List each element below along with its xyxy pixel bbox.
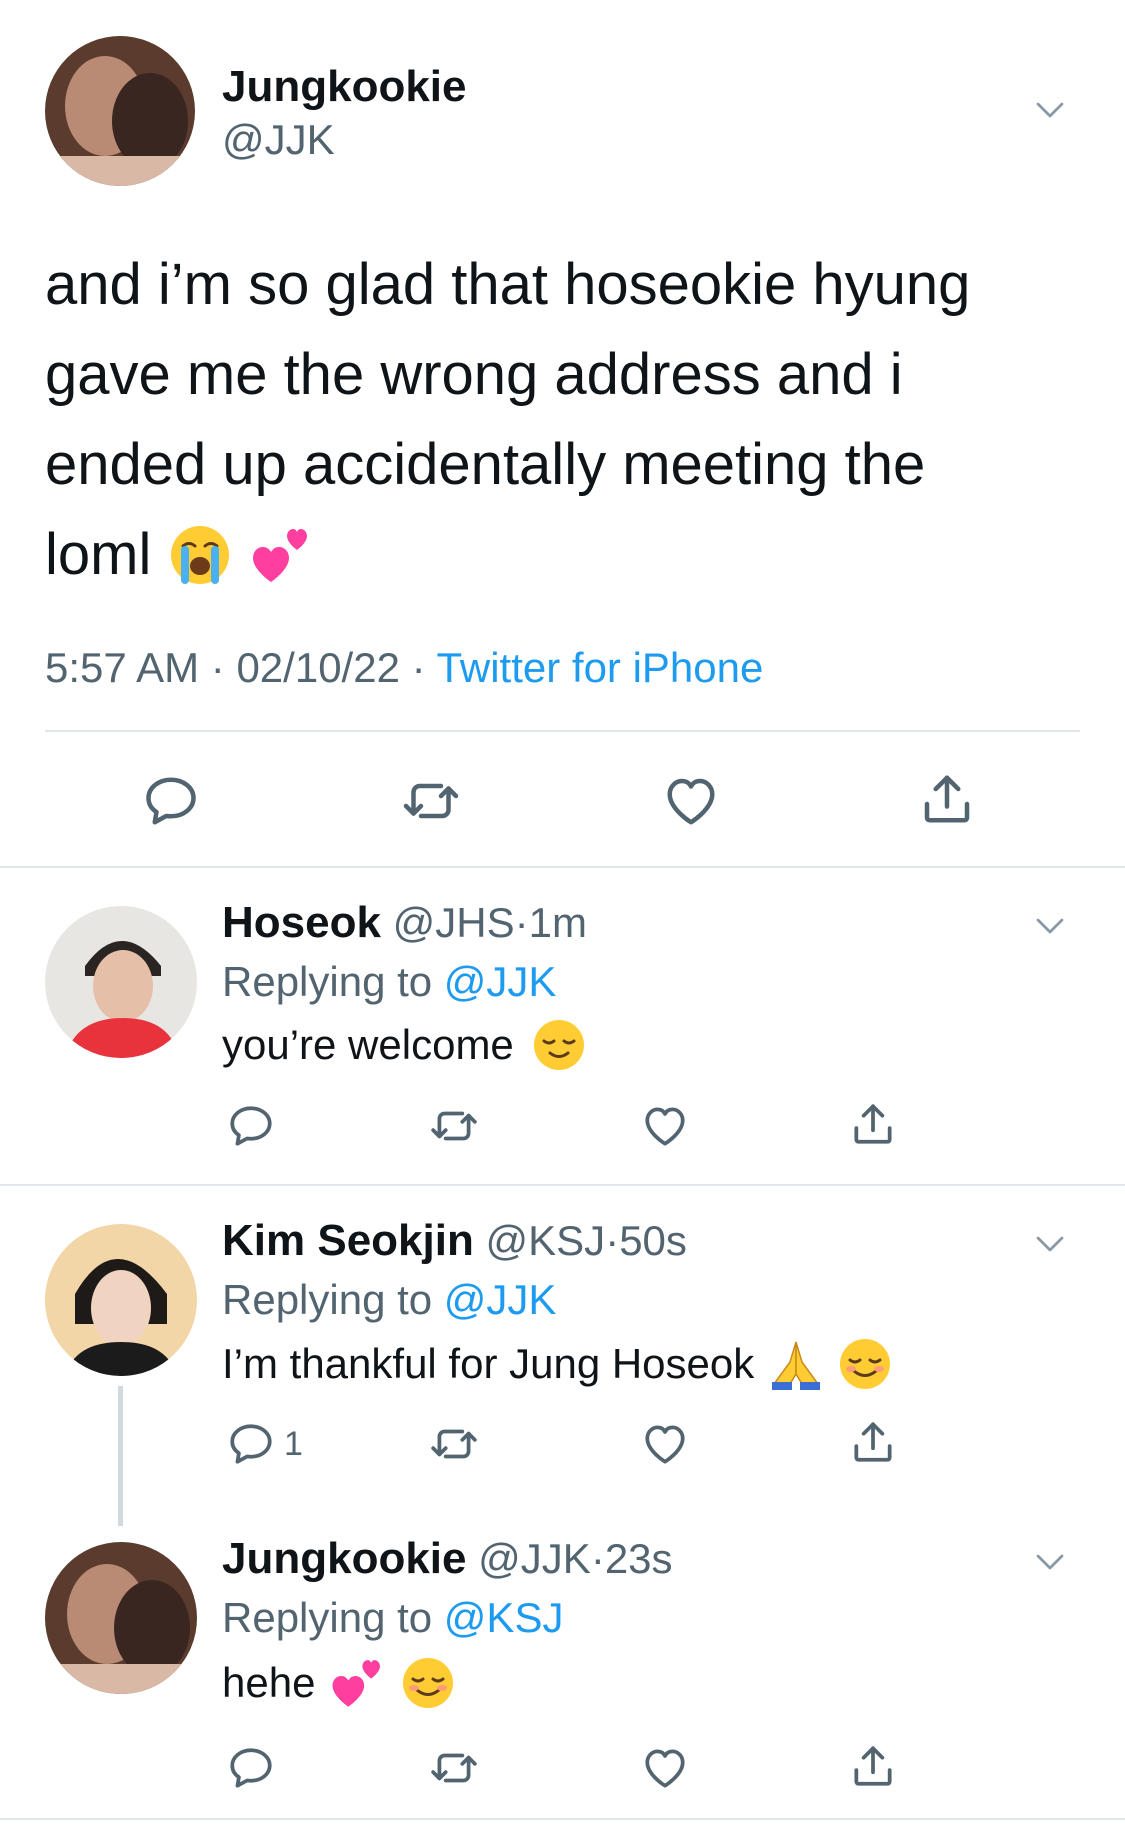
- retweet-icon: [426, 1743, 482, 1793]
- like-icon: [640, 1101, 690, 1151]
- reply-text-content: I’m thankful for Jung Hoseok: [222, 1340, 755, 1387]
- retweet-button[interactable]: [426, 1742, 482, 1794]
- like-icon: [661, 771, 721, 831]
- replying-to-link[interactable]: @KSJ: [444, 1594, 564, 1641]
- reply-icon: [226, 1101, 276, 1151]
- author-name[interactable]: Kim Seokjin: [222, 1216, 474, 1265]
- share-button[interactable]: [848, 1414, 898, 1470]
- tweet-text-line: ended up accidentally meeting the: [45, 432, 926, 497]
- reply-button[interactable]: 1: [226, 1418, 316, 1470]
- two-hearts-icon: [253, 529, 308, 582]
- like-icon: [640, 1743, 690, 1793]
- replying-label: Replying to: [222, 1276, 433, 1323]
- like-button[interactable]: [640, 1100, 690, 1152]
- retweet-icon: [398, 771, 464, 831]
- avatar[interactable]: [45, 906, 197, 1058]
- meta-separator: ·: [605, 1217, 620, 1264]
- tweet-source-link[interactable]: Twitter for iPhone: [437, 644, 764, 691]
- retweet-icon: [426, 1419, 482, 1469]
- two-hearts-icon: [332, 1660, 381, 1707]
- author-handle[interactable]: @JHS: [393, 899, 515, 946]
- author-handle[interactable]: @JJK: [222, 116, 335, 164]
- reply-count: 1: [284, 1424, 303, 1463]
- meta-separator: ·: [210, 644, 225, 691]
- replying-to-link[interactable]: @JJK: [444, 958, 557, 1005]
- reply-icon: [226, 1419, 276, 1469]
- reply-text-content: hehe: [222, 1659, 316, 1706]
- tweet-text-line: loml: [45, 522, 152, 587]
- reply-button[interactable]: [140, 770, 202, 832]
- tweet-time: 5:57 AM: [45, 644, 200, 691]
- meta-separator: ·: [514, 899, 529, 946]
- folded-hands-icon: [772, 1341, 821, 1390]
- reply-header: Hoseok @JHS·1m: [222, 898, 587, 948]
- tweet-meta: 5:57 AM · 02/10/22 · Twitter for iPhone: [45, 644, 763, 692]
- share-icon: [848, 1097, 898, 1151]
- author-handle[interactable]: @KSJ: [486, 1217, 606, 1264]
- like-button[interactable]: [640, 1742, 690, 1794]
- replying-to: Replying to @KSJ: [222, 1594, 563, 1642]
- retweet-button[interactable]: [396, 770, 466, 832]
- avatar[interactable]: [45, 36, 195, 186]
- author-handle[interactable]: @JJK: [478, 1535, 591, 1582]
- share-icon: [917, 768, 977, 830]
- share-icon: [848, 1415, 898, 1469]
- chevron-down-icon[interactable]: [1032, 908, 1068, 944]
- smiling-face-icon: [840, 1339, 891, 1389]
- tweet-text: and i’m so glad that hoseokie hyung gave…: [45, 240, 1085, 600]
- relieved-face-icon: [533, 1020, 584, 1070]
- chevron-down-icon[interactable]: [1032, 92, 1068, 128]
- reply-button[interactable]: [226, 1100, 276, 1152]
- reply-icon: [226, 1743, 276, 1793]
- reply-age: 1m: [528, 899, 587, 946]
- reply-header: Jungkookie @JJK·23s: [222, 1534, 673, 1584]
- crying-face-icon: [171, 526, 230, 584]
- share-icon: [848, 1739, 898, 1793]
- share-button[interactable]: [848, 1738, 898, 1794]
- replying-to: Replying to @JJK: [222, 958, 556, 1006]
- share-button[interactable]: [916, 766, 978, 832]
- author-name[interactable]: Jungkookie: [222, 62, 467, 112]
- like-icon: [640, 1419, 690, 1469]
- chevron-down-icon[interactable]: [1032, 1544, 1068, 1580]
- avatar[interactable]: [45, 1224, 197, 1376]
- divider: [0, 1818, 1125, 1820]
- replying-to-link[interactable]: @JJK: [444, 1276, 557, 1323]
- share-button[interactable]: [848, 1096, 898, 1152]
- divider: [0, 1184, 1125, 1186]
- reply-button[interactable]: [226, 1742, 276, 1794]
- avatar[interactable]: [45, 1542, 197, 1694]
- like-button[interactable]: [640, 1418, 690, 1470]
- tweet-text-line: gave me the wrong address and i: [45, 342, 903, 407]
- replying-label: Replying to: [222, 1594, 433, 1641]
- meta-separator: ·: [411, 644, 426, 691]
- chevron-down-icon[interactable]: [1032, 1226, 1068, 1262]
- reply-header: Kim Seokjin @KSJ·50s: [222, 1216, 687, 1266]
- like-button[interactable]: [660, 770, 722, 832]
- retweet-button[interactable]: [426, 1418, 482, 1470]
- replying-to: Replying to @JJK: [222, 1276, 556, 1324]
- divider: [45, 730, 1080, 732]
- tweet-text-last-line: loml: [45, 510, 1085, 600]
- reply-icon: [141, 771, 201, 831]
- reply-text-content: you’re welcome: [222, 1021, 514, 1068]
- tweet-text-line: and i’m so glad that hoseokie hyung: [45, 252, 971, 317]
- replying-label: Replying to: [222, 958, 433, 1005]
- author-name[interactable]: Hoseok: [222, 898, 381, 947]
- smiling-face-icon: [403, 1658, 454, 1708]
- meta-separator: ·: [590, 1535, 605, 1582]
- divider: [0, 866, 1125, 868]
- retweet-button[interactable]: [426, 1100, 482, 1152]
- reply-age: 23s: [604, 1535, 673, 1582]
- retweet-icon: [426, 1101, 482, 1151]
- tweet-date: 02/10/22: [236, 644, 400, 691]
- thread-connector: [118, 1386, 123, 1526]
- reply-text: hehe: [222, 1654, 455, 1712]
- author-name[interactable]: Jungkookie: [222, 1534, 467, 1583]
- reply-text: I’m thankful for Jung Hoseok: [222, 1336, 892, 1392]
- reply-age: 50s: [619, 1217, 687, 1264]
- reply-text: you’re welcome: [222, 1018, 586, 1072]
